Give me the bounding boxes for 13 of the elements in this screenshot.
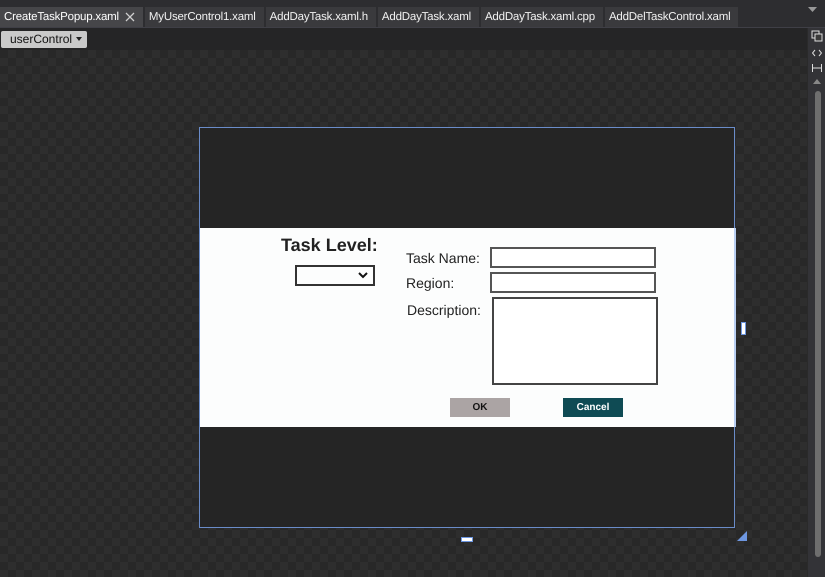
document-tab[interactable]: AddDayTask.xaml bbox=[378, 7, 479, 27]
document-tab[interactable]: CreateTaskPopup.xaml bbox=[0, 7, 143, 27]
document-tab[interactable]: AddDayTask.xaml.cpp bbox=[480, 7, 603, 27]
document-tab[interactable]: AddDayTask.xaml.h bbox=[266, 7, 376, 27]
cancel-button[interactable]: Cancel bbox=[563, 398, 623, 417]
scope-dropdown[interactable]: userControl bbox=[1, 30, 88, 48]
document-tab[interactable]: AddDelTaskControl.xaml bbox=[604, 7, 738, 27]
ok-button[interactable]: OK bbox=[450, 398, 510, 417]
field-label: Description: bbox=[406, 301, 482, 318]
field-label: Task Name: bbox=[406, 249, 481, 266]
field-label: Region: bbox=[406, 274, 456, 291]
document-tab[interactable]: MyUserControl1.xaml bbox=[144, 7, 264, 27]
task-level-label: Task Level: bbox=[281, 235, 379, 256]
